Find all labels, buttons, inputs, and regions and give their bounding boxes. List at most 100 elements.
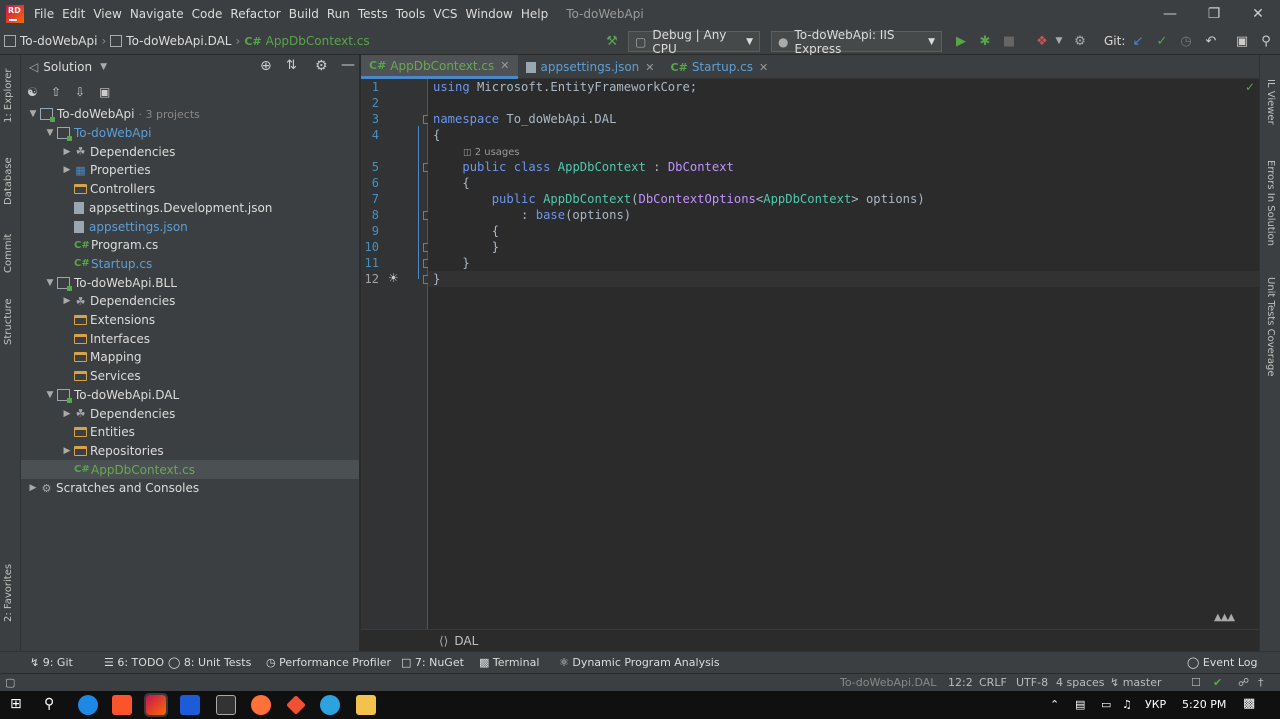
input-language[interactable]: УКР <box>1145 698 1166 711</box>
chevron-down-icon[interactable]: ▼ <box>100 62 107 72</box>
tree-item[interactable]: Mapping <box>21 348 359 367</box>
tree-item[interactable]: ▶ Repositories <box>21 442 359 461</box>
expanded-arrow-icon[interactable]: ▼ <box>43 390 57 400</box>
tree-item[interactable]: appsettings.Development.json <box>21 199 359 218</box>
usages-hint[interactable]: ◫ 2 usages <box>463 147 520 158</box>
menu-item-tools[interactable]: Tools <box>392 7 430 21</box>
tree-item[interactable]: ▼ To-doWebApi <box>21 124 359 143</box>
no-problems-check-icon[interactable]: ✓ <box>1245 80 1255 94</box>
menu-item-edit[interactable]: Edit <box>58 7 89 21</box>
close-tab-icon[interactable]: ✕ <box>500 59 509 72</box>
solution-view-select[interactable]: Solution <box>43 60 92 74</box>
status-position[interactable]: 12:2 <box>948 676 973 689</box>
brave-browser-icon[interactable] <box>112 695 132 715</box>
lock-icon[interactable]: ☐ <box>1191 676 1201 689</box>
coverage-icon[interactable]: ⚙ <box>1070 31 1090 51</box>
history-icon[interactable]: ◷ <box>1176 31 1196 51</box>
collapse-all-icon[interactable]: ⇅ <box>286 58 297 73</box>
tool-window-database[interactable]: Database <box>3 157 14 205</box>
debug-bug-icon[interactable]: ✱ <box>975 31 995 51</box>
status-indent[interactable]: 4 spaces <box>1056 676 1105 689</box>
tree-item[interactable]: ▼ To-doWebApi · 3 projects <box>21 105 359 124</box>
tool-todo-button[interactable]: ☰ 6: TODO <box>104 656 164 669</box>
code-editor[interactable]: ◫ 2 usages using Microsoft.EntityFramewo… <box>418 79 1259 629</box>
taskbar-clock[interactable]: 5:20 PM <box>1182 698 1226 711</box>
collapsed-arrow-icon[interactable]: ▶ <box>60 147 74 157</box>
toggle-tool-windows-icon[interactable]: ▢ <box>5 676 15 689</box>
close-tab-icon[interactable]: ✕ <box>645 61 654 74</box>
battery-icon[interactable]: ▭ <box>1101 698 1111 711</box>
rider-taskbar-icon[interactable] <box>144 693 168 717</box>
collapsed-arrow-icon[interactable]: ▶ <box>60 296 74 306</box>
expanded-arrow-icon[interactable]: ▼ <box>43 278 57 288</box>
stop-icon[interactable]: ■ <box>999 31 1019 51</box>
run-icon[interactable]: ▶ <box>951 31 971 51</box>
preview-icon[interactable]: ▣ <box>99 85 123 99</box>
search-icon[interactable]: ⚲ <box>44 696 54 712</box>
reader-mode-icon[interactable]: ▲▲▲ <box>1214 612 1235 623</box>
editor-footer-breadcrumb[interactable]: DAL <box>454 634 478 648</box>
tree-item[interactable]: Controllers <box>21 180 359 199</box>
expanded-arrow-icon[interactable]: ▼ <box>26 109 40 119</box>
menu-item-code[interactable]: Code <box>188 7 227 21</box>
menu-item-view[interactable]: View <box>89 7 125 21</box>
collapsed-arrow-icon[interactable]: ▶ <box>60 409 74 419</box>
terminal-app-icon[interactable] <box>216 695 236 715</box>
tool-window-favorites[interactable]: 2: Favorites <box>3 564 14 622</box>
lightbulb-icon[interactable]: ☀ <box>388 271 399 285</box>
chevron-down-icon[interactable]: ▼ <box>1049 31 1069 51</box>
show-files-icon[interactable]: ☯ <box>27 85 51 99</box>
menu-item-tests[interactable]: Tests <box>354 7 392 21</box>
tree-item[interactable]: C# Program.cs <box>21 236 359 255</box>
tool-unit-tests-button[interactable]: ◯ 8: Unit Tests <box>168 656 251 669</box>
git-commit-check-icon[interactable]: ✓ <box>1152 31 1172 51</box>
network-icon[interactable]: ▤ <box>1075 698 1085 711</box>
tree-item[interactable]: Entities <box>21 423 359 442</box>
menu-item-run[interactable]: Run <box>323 7 354 21</box>
run-configuration-select[interactable]: ● To-doWebApi: IIS Express ▼ <box>771 28 942 56</box>
tree-item[interactable]: Interfaces <box>21 329 359 348</box>
build-hammer-icon[interactable]: ⚒ <box>602 31 622 51</box>
edge-browser-icon[interactable] <box>78 695 98 715</box>
maximize-icon[interactable]: ❐ <box>1192 0 1236 28</box>
editor-tab[interactable]: appsettings.json ✕ <box>518 55 663 79</box>
tree-item[interactable]: C# AppDbContext.cs <box>21 460 359 479</box>
expanded-arrow-icon[interactable]: ▼ <box>43 128 57 138</box>
collapsed-arrow-icon[interactable]: ▶ <box>60 165 74 175</box>
status-branch[interactable]: ↯ master <box>1110 676 1162 689</box>
configuration-select[interactable]: ▢ Debug | Any CPU ▼ <box>628 28 760 56</box>
rollback-icon[interactable]: ↶ <box>1201 31 1221 51</box>
status-encoding[interactable]: UTF-8 <box>1016 676 1048 689</box>
status-line-separator[interactable]: CRLF <box>979 676 1007 689</box>
telegram-icon[interactable] <box>320 695 340 715</box>
tool-window-explorer[interactable]: 1: Explorer <box>3 68 14 123</box>
tool-window-il-viewer[interactable]: IL Viewer <box>1265 79 1276 125</box>
memory-indicator-icon[interactable]: ☍ <box>1238 676 1249 689</box>
minimize-icon[interactable]: — <box>1148 0 1192 28</box>
menu-item-refactor[interactable]: Refactor <box>226 7 284 21</box>
inspection-ok-icon[interactable]: ✔ <box>1213 676 1222 689</box>
menu-item-vcs[interactable]: VCS <box>429 7 461 21</box>
collapsed-arrow-icon[interactable]: ▶ <box>26 483 40 493</box>
tree-item[interactable]: ▼ To-doWebApi.BLL <box>21 273 359 292</box>
git-app-icon[interactable] <box>286 695 306 715</box>
editor-tab[interactable]: C# AppDbContext.cs ✕ <box>361 55 518 79</box>
tool-window-errors-in-solution[interactable]: Errors In Solution <box>1265 160 1276 246</box>
tree-item[interactable]: Services <box>21 367 359 386</box>
notifications-icon[interactable]: ▩ <box>1243 696 1255 711</box>
locate-icon[interactable]: ⊕ <box>260 58 272 74</box>
breadcrumb-item-project[interactable]: To-doWebApi.DAL <box>126 34 231 48</box>
postman-icon[interactable] <box>251 695 271 715</box>
tree-item[interactable]: ▶ ▦ Properties <box>21 161 359 180</box>
tree-item[interactable]: ▶ ☘ Dependencies <box>21 292 359 311</box>
menu-item-build[interactable]: Build <box>285 7 323 21</box>
autoscroll-from-source-icon[interactable]: ⇩ <box>75 85 99 99</box>
status-project[interactable]: To-doWebApi.DAL <box>840 676 936 689</box>
close-icon[interactable]: ✕ <box>1236 0 1280 28</box>
file-explorer-icon[interactable] <box>356 695 376 715</box>
tray-chevron-up-icon[interactable]: ⌃ <box>1050 698 1059 711</box>
layout-icon[interactable]: ▣ <box>1232 31 1252 51</box>
power-save-icon[interactable]: † <box>1258 676 1264 689</box>
autoscroll-to-source-icon[interactable]: ⇧ <box>51 85 75 99</box>
tool-performance-profiler-button[interactable]: ◷ Performance Profiler <box>266 656 391 669</box>
